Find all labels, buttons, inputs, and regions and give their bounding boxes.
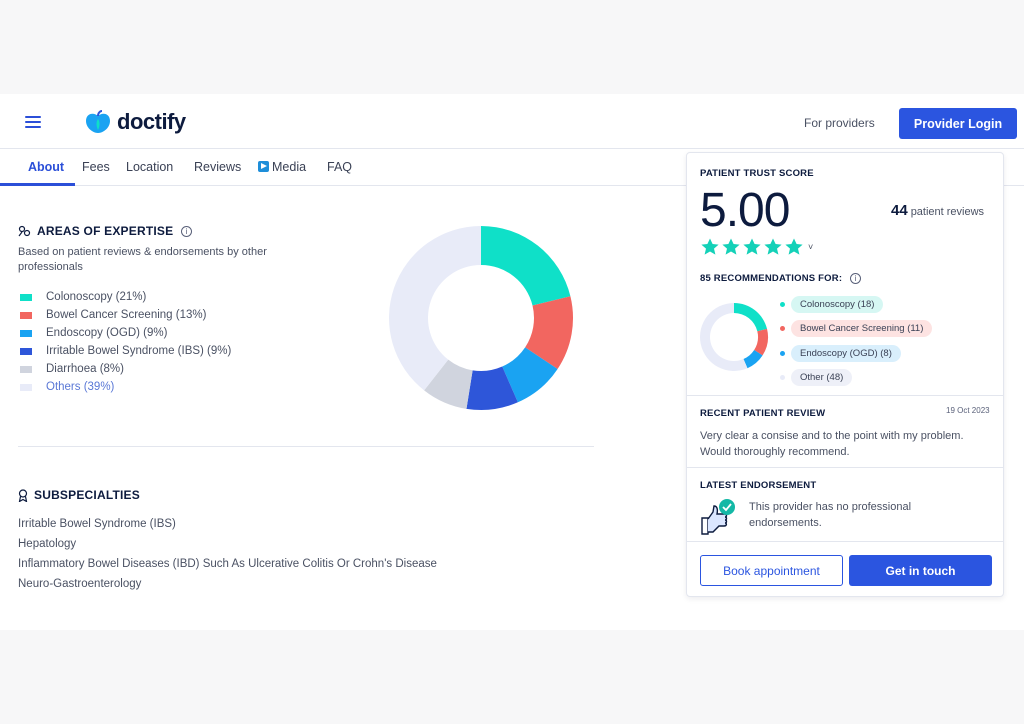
info-icon[interactable]: i xyxy=(850,273,862,284)
legend-item: Diarrhoea (8%) xyxy=(20,360,231,378)
mini-donut-slice xyxy=(734,303,768,332)
legend-swatch xyxy=(20,293,32,301)
legend-swatch xyxy=(20,347,32,355)
for-providers-link[interactable]: For providers xyxy=(804,116,875,130)
active-tab-indicator xyxy=(0,183,75,186)
legend-label: Others (39%) xyxy=(46,381,115,393)
star-icon xyxy=(701,238,719,255)
book-appointment-button[interactable]: Book appointment xyxy=(700,555,843,586)
thumbs-up-check-icon xyxy=(701,499,735,535)
legend-swatch xyxy=(20,365,32,373)
legend-swatch xyxy=(20,311,32,319)
recommendation-item[interactable]: Colonoscopy (18) xyxy=(780,292,932,317)
get-in-touch-button[interactable]: Get in touch xyxy=(849,555,992,586)
menu-icon[interactable] xyxy=(25,116,41,128)
legend-item: Bowel Cancer Screening (13%) xyxy=(20,306,231,324)
recent-review-label: RECENT PATIENT REVIEW xyxy=(700,408,826,419)
star-icon xyxy=(785,238,803,255)
media-icon xyxy=(258,161,269,172)
card-divider xyxy=(687,395,1003,396)
trust-score-label: PATIENT TRUST SCORE xyxy=(700,168,814,179)
expertise-icon xyxy=(18,225,31,237)
recommendation-dot xyxy=(780,375,785,381)
tab-media-label: Media xyxy=(272,160,307,174)
recommendation-pill: Bowel Cancer Screening (11) xyxy=(791,320,933,338)
recommendation-dot xyxy=(780,326,785,332)
legend-item: Others (39%) xyxy=(20,378,231,396)
section-divider xyxy=(18,446,594,447)
recommendations-title: 85 RECOMMENDATIONS FOR: xyxy=(700,273,843,284)
legend-item: Endoscopy (OGD) (9%) xyxy=(20,324,231,342)
review-count[interactable]: 44 patient reviews xyxy=(891,202,984,219)
recommendation-pill: Endoscopy (OGD) (8) xyxy=(791,344,901,362)
card-divider xyxy=(687,541,1003,542)
trust-score-value: 5.00 xyxy=(700,184,790,237)
doctify-logo[interactable]: doctify xyxy=(85,109,186,135)
legend-swatch xyxy=(20,383,32,391)
chevron-down-icon[interactable]: ˅ xyxy=(808,242,813,252)
expertise-heading: AREAS OF EXPERTISE i xyxy=(18,224,193,238)
star-icon xyxy=(722,238,740,255)
trust-score-card: PATIENT TRUST SCORE 5.00 44 patient revie… xyxy=(686,152,1004,597)
legend-label: Endoscopy (OGD) (9%) xyxy=(46,327,168,339)
recommendation-item[interactable]: Bowel Cancer Screening (11) xyxy=(780,317,933,342)
subspecialty-item: Inflammatory Bowel Diseases (IBD) Such A… xyxy=(18,558,437,570)
subspecialties-heading: SUBSPECIALTIES xyxy=(18,488,140,502)
provider-login-button[interactable]: Provider Login xyxy=(899,108,1017,139)
recommendation-dot xyxy=(780,350,785,356)
doctify-logo-icon xyxy=(86,110,110,133)
recommendations-list: Colonoscopy (18) Bowel Cancer Screening (… xyxy=(780,292,933,391)
star-icon xyxy=(764,238,782,255)
profile-page: doctify For providers Provider Login Abo… xyxy=(0,94,1024,630)
legend-swatch xyxy=(20,329,32,337)
recommendation-item[interactable]: Endoscopy (OGD) (8) xyxy=(780,341,932,366)
legend-label: Colonoscopy (21%) xyxy=(46,291,147,303)
info-icon[interactable]: i xyxy=(181,225,193,237)
recommendations-donut-chart xyxy=(700,303,768,371)
donut-slice xyxy=(481,226,571,306)
review-count-number: 44 xyxy=(891,202,908,219)
recommendation-item[interactable]: Other (48) xyxy=(780,366,932,391)
logo-text: doctify xyxy=(117,109,186,134)
tab-about[interactable]: About xyxy=(28,160,64,174)
legend-label: Bowel Cancer Screening (13%) xyxy=(46,309,207,321)
review-date: 19 Oct 2023 xyxy=(946,406,990,415)
review-text: Very clear a consise and to the point wi… xyxy=(700,430,964,458)
ribbon-icon xyxy=(18,488,28,502)
recommendation-pill: Colonoscopy (18) xyxy=(791,295,884,313)
recommendation-pill: Other (48) xyxy=(791,369,853,387)
expertise-donut-chart xyxy=(389,226,573,410)
subspecialties-list: Irritable Bowel Syndrome (IBS) Hepatology… xyxy=(18,517,437,597)
star-rating[interactable]: ˅ xyxy=(700,237,813,257)
tab-location[interactable]: Location xyxy=(126,160,173,174)
star-icon xyxy=(743,238,761,255)
tab-fees[interactable]: Fees xyxy=(82,160,110,174)
card-divider xyxy=(687,467,1003,468)
tab-reviews[interactable]: Reviews xyxy=(194,160,241,174)
subspecialties-title: SUBSPECIALTIES xyxy=(34,488,140,502)
legend-label: Irritable Bowel Syndrome (IBS) (9%) xyxy=(46,345,232,357)
subspecialty-item: Hepatology xyxy=(18,538,77,550)
expertise-title: AREAS OF EXPERTISE xyxy=(37,224,174,238)
endorsement-label: LATEST ENDORSEMENT xyxy=(700,480,817,491)
endorsement-text: This provider has no professional endors… xyxy=(749,501,912,529)
expertise-legend: Colonoscopy (21%) Bowel Cancer Screening … xyxy=(20,288,231,396)
legend-item: Colonoscopy (21%) xyxy=(20,288,231,306)
site-header: doctify For providers Provider Login xyxy=(0,94,1024,149)
legend-label: Diarrhoea (8%) xyxy=(46,363,124,375)
recommendation-dot xyxy=(780,301,785,307)
subspecialty-item: Irritable Bowel Syndrome (IBS) xyxy=(18,518,176,530)
donut-slice xyxy=(389,226,481,391)
subspecialty-item: Neuro-Gastroenterology xyxy=(18,578,142,590)
review-count-suffix: patient reviews xyxy=(910,206,985,218)
tab-media[interactable]: Media xyxy=(258,160,306,174)
recommendations-label: 85 RECOMMENDATIONS FOR: i xyxy=(700,273,862,284)
legend-item: Irritable Bowel Syndrome (IBS) (9%) xyxy=(20,342,231,360)
expertise-subtitle: Based on patient reviews & endorsements … xyxy=(18,246,267,273)
tab-faq[interactable]: FAQ xyxy=(327,160,352,174)
